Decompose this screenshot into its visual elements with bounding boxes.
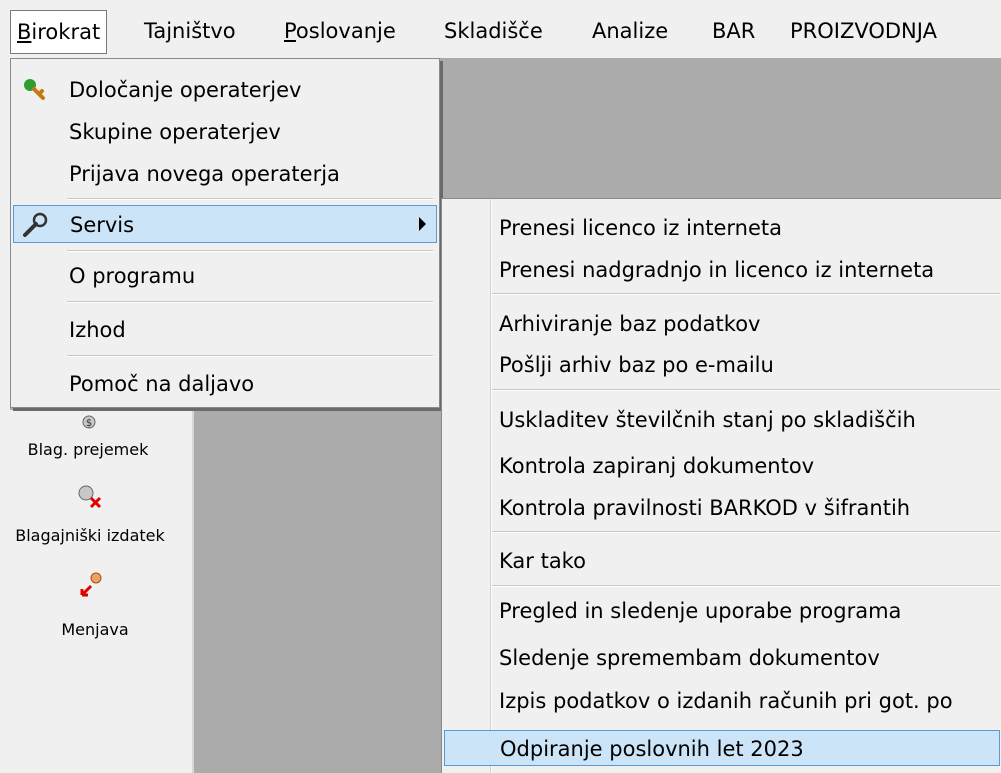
menu-item-o-programu[interactable]: O programu — [13, 257, 437, 295]
submenu-item-uskladitev-stanj[interactable]: Uskladitev številčnih stanj po skladišči… — [444, 402, 1000, 438]
cash-expense-icon[interactable] — [74, 482, 104, 515]
menu-item-label: Določanje operaterjev — [69, 78, 302, 102]
menu-proizvodnja[interactable]: PROIZVODNJA — [784, 10, 943, 52]
exchange-icon[interactable] — [78, 570, 108, 603]
toolbar-label-blagajniski-izdatek[interactable]: Blagajniški izdatek — [0, 526, 180, 545]
submenu-arrow-icon — [419, 217, 426, 231]
menu-item-label: O programu — [69, 264, 196, 288]
submenu-item-arhiviranje-baz[interactable]: Arhiviranje baz podatkov — [444, 306, 1000, 342]
submenu-item-kontrola-zapiranj[interactable]: Kontrola zapiranj dokumentov — [444, 448, 1000, 484]
submenu-item-poslji-arhiv[interactable]: Pošlji arhiv baz po e-mailu — [444, 347, 1000, 383]
menu-birokrat[interactable]: Birokrat — [10, 10, 108, 54]
submenu-item-label: Odpiranje poslovnih let 2023 — [500, 737, 804, 761]
submenu-item-odpiranje-poslovnih-let[interactable]: Odpiranje poslovnih let 2023 — [444, 730, 1000, 766]
left-toolbar-panel: $ Blag. prejemek Blagajniški izdatek Men… — [0, 410, 192, 773]
menu-analize[interactable]: Analize — [586, 10, 674, 52]
wrench-icon — [22, 212, 48, 238]
submenu-separator — [492, 585, 1000, 587]
menu-tajnistvo-label: Tajništvo — [144, 19, 236, 43]
submenu-item-sledenje-spremembam[interactable]: Sledenje spremembam dokumentov — [444, 640, 1000, 676]
menu-analize-label: Analize — [592, 19, 669, 43]
menu-item-label: Skupine operaterjev — [69, 120, 281, 144]
submenu-item-label: Izpis podatkov o izdanih računih pri got… — [499, 689, 953, 713]
submenu-item-prenesi-nadgradnjo[interactable]: Prenesi nadgradnjo in licenco iz interne… — [444, 252, 1000, 288]
menu-skladisce-label: Skladišče — [444, 19, 543, 43]
menu-bar: Birokrat Tajništvo Poslovanje Skladišče … — [0, 0, 1001, 58]
servis-submenu: Prenesi licenco iz interneta Prenesi nad… — [441, 198, 1001, 773]
toolbar-label-menjava[interactable]: Menjava — [30, 620, 160, 639]
submenu-item-label: Pošlji arhiv baz po e-mailu — [499, 353, 774, 377]
submenu-item-kar-tako[interactable]: Kar tako — [444, 543, 1000, 579]
menu-item-servis[interactable]: Servis — [13, 205, 437, 243]
submenu-item-label: Arhiviranje baz podatkov — [499, 312, 761, 336]
menu-item-label: Izhod — [69, 318, 126, 342]
submenu-item-label: Kar tako — [499, 549, 586, 573]
submenu-item-label: Kontrola zapiranj dokumentov — [499, 454, 815, 478]
menu-item-label: Servis — [70, 213, 135, 237]
menu-proizvodnja-label: PROIZVODNJA — [790, 19, 937, 43]
menu-separator — [67, 250, 433, 252]
key-icon — [21, 77, 47, 103]
submenu-item-label: Kontrola pravilnosti BARKOD v šifrantih — [499, 496, 911, 520]
menu-poslovanje-rest: oslovanje — [295, 19, 396, 43]
menu-poslovanje[interactable]: Poslovanje — [278, 10, 402, 52]
menu-item-dolocanje-operaterjev[interactable]: Določanje operaterjev — [13, 71, 437, 109]
menu-separator — [67, 198, 433, 200]
menu-item-label: Pomoč na daljavo — [69, 372, 255, 396]
menu-item-skupine-operaterjev[interactable]: Skupine operaterjev — [13, 113, 437, 151]
menu-tajnistvo[interactable]: Tajništvo — [138, 10, 242, 52]
submenu-item-prenesi-licenco[interactable]: Prenesi licenco iz interneta — [444, 210, 1000, 246]
cash-receipt-icon[interactable]: $ — [74, 412, 104, 441]
menu-separator — [67, 355, 433, 357]
menu-poslovanje-mnemonic: P — [284, 19, 296, 43]
submenu-item-label: Uskladitev številčnih stanj po skladišči… — [499, 408, 916, 432]
menu-item-izhod[interactable]: Izhod — [13, 311, 437, 349]
menu-birokrat-rest: irokrat — [31, 20, 101, 44]
submenu-item-izpis-podatkov[interactable]: Izpis podatkov o izdanih računih pri got… — [444, 683, 1000, 719]
submenu-item-label: Pregled in sledenje uporabe programa — [499, 599, 902, 623]
submenu-separator — [492, 293, 1000, 295]
birokrat-dropdown-menu: Določanje operaterjev Skupine operaterje… — [10, 58, 440, 408]
submenu-item-label: Prenesi nadgradnjo in licenco iz interne… — [499, 258, 935, 282]
menu-item-pomoc-na-daljavo[interactable]: Pomoč na daljavo — [13, 365, 437, 403]
submenu-separator — [492, 389, 1000, 391]
menu-skladisce[interactable]: Skladišče — [438, 10, 549, 52]
submenu-item-kontrola-barkod[interactable]: Kontrola pravilnosti BARKOD v šifrantih — [444, 490, 1000, 526]
menu-birokrat-mnemonic: B — [17, 20, 32, 44]
svg-text:$: $ — [86, 418, 92, 429]
menu-item-prijava-novega-operaterja[interactable]: Prijava novega operaterja — [13, 155, 437, 193]
submenu-separator — [492, 531, 1000, 533]
submenu-item-label: Sledenje spremembam dokumentov — [499, 646, 880, 670]
menu-item-label: Prijava novega operaterja — [69, 162, 340, 186]
menu-bar-label: BAR — [712, 19, 756, 43]
submenu-item-pregled-sledenje[interactable]: Pregled in sledenje uporabe programa — [444, 593, 1000, 629]
submenu-item-label: Prenesi licenco iz interneta — [499, 216, 783, 240]
toolbar-label-blag-prejemek[interactable]: Blag. prejemek — [18, 440, 158, 459]
menu-bar-item[interactable]: BAR — [706, 10, 761, 52]
menu-separator — [67, 301, 433, 303]
